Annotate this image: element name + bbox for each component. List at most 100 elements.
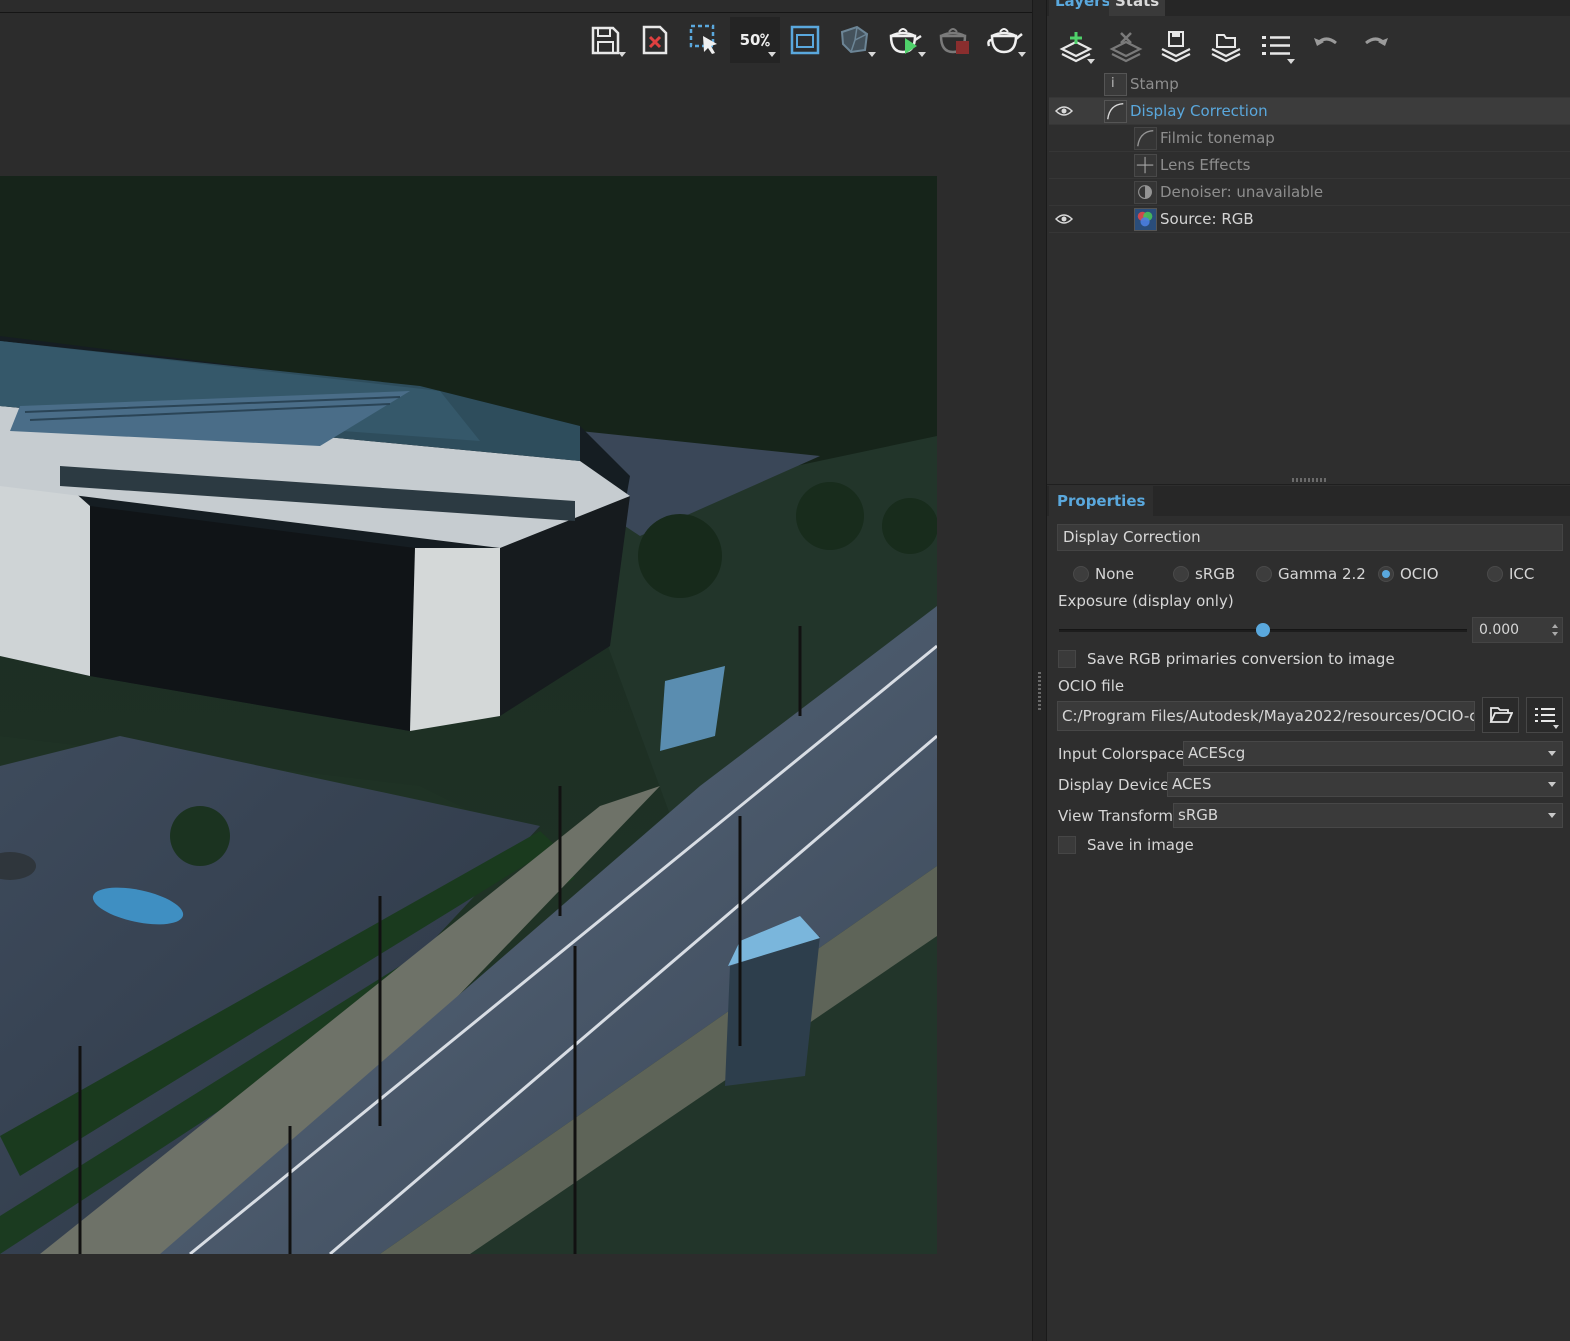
tab-properties[interactable]: Properties [1049,486,1154,516]
eye-icon[interactable] [1055,213,1073,225]
layer-label: Filmic tonemap [1160,129,1275,147]
delete-layer-button[interactable] [1105,26,1147,66]
properties-tabbar: Properties [1047,486,1570,516]
start-render-button[interactable] [880,17,930,63]
exposure-input[interactable]: 0.000 [1472,617,1563,643]
radio-label: ICC [1509,565,1535,583]
region-render-button[interactable] [830,17,880,63]
render-canvas [0,176,937,1254]
radio-label: OCIO [1400,565,1439,583]
radio-dot-selected [1378,566,1394,582]
add-layer-button[interactable] [1055,26,1097,66]
radio-dot [1256,566,1272,582]
clear-image-button[interactable] [630,17,680,63]
vfb-window: 50 Layers Stats i Stamp Display Correcti… [0,0,1570,1341]
layer-row-source-rgb[interactable]: Source: RGB [1049,206,1570,233]
layer-row-denoiser[interactable]: Denoiser: unavailable [1049,179,1570,206]
render-toolbar: 50 [580,16,1030,64]
save-layers-button[interactable] [1155,26,1197,66]
radio-ocio[interactable]: OCIO [1378,562,1439,586]
clear-icon [642,25,668,55]
radio-icc[interactable]: ICC [1487,562,1534,586]
save-in-image-checkbox[interactable]: Save in image [1058,835,1194,855]
radio-dot [1487,566,1503,582]
exposure-value: 0.000 [1479,622,1520,638]
tab-stats[interactable]: Stats [1109,0,1166,16]
checkbox-label: Save RGB primaries conversion to image [1087,650,1395,668]
zoom-button[interactable]: 50 [730,17,780,63]
tab-layers[interactable]: Layers [1049,0,1117,16]
chevron-down-icon [1548,813,1556,818]
save-layers-icon [1161,31,1191,63]
undo-button[interactable] [1305,26,1347,66]
rgb-source-icon [1134,208,1157,231]
exposure-label: Exposure (display only) [1058,592,1234,610]
region-select-button[interactable] [680,17,730,63]
save-rgb-primaries-checkbox[interactable]: Save RGB primaries conversion to image [1058,649,1395,669]
fit-frame-icon [790,25,820,55]
radio-gamma[interactable]: Gamma 2.2 [1256,562,1366,586]
radio-srgb[interactable]: sRGB [1173,562,1235,586]
options-button[interactable] [1526,697,1563,733]
tonemap-icon [1134,127,1157,150]
display-device-select[interactable]: ACES [1167,772,1563,797]
view-transform-select[interactable]: sRGB [1173,803,1563,828]
browse-button[interactable] [1482,697,1519,733]
slider-handle[interactable] [1256,623,1270,637]
layer-label: Denoiser: unavailable [1160,183,1324,201]
select-value: ACES [1172,775,1212,793]
chevron-down-icon [1548,751,1556,756]
checkbox-box [1058,836,1076,854]
render-viewport[interactable]: 50 [0,0,1032,1341]
percent-icon [760,33,771,47]
lens-effects-icon [1134,154,1157,177]
stamp-icon: i [1104,73,1127,96]
spin-up-icon[interactable] [1552,624,1558,628]
load-layers-button[interactable] [1205,26,1247,66]
exposure-slider[interactable] [1059,620,1467,640]
save-button[interactable] [580,17,630,63]
radio-dot [1173,566,1189,582]
radio-label: Gamma 2.2 [1278,565,1366,583]
ocio-file-label: OCIO file [1058,677,1125,695]
select-value: sRGB [1178,806,1219,824]
rendered-image[interactable] [0,176,937,1254]
radio-dot [1073,566,1089,582]
stop-render-button[interactable] [930,17,980,63]
region-select-icon [689,24,717,54]
curve-icon [1104,100,1127,123]
input-colorspace-select[interactable]: ACEScg [1183,741,1563,766]
chevron-down-icon [1548,782,1556,787]
layer-row-filmic-tonemap[interactable]: Filmic tonemap [1049,125,1570,152]
interactive-render-button[interactable] [980,17,1030,63]
section-header[interactable]: Display Correction [1057,524,1563,551]
divider [1047,484,1570,485]
redo-button[interactable] [1355,26,1397,66]
display-device-label: Display Device [1058,776,1170,794]
eye-icon[interactable] [1055,105,1073,117]
folder-open-icon [1489,707,1513,723]
layer-label: Display Correction [1130,102,1268,120]
layer-list-button[interactable] [1255,26,1297,66]
ocio-file-input[interactable]: C:/Program Files/Autodesk/Maya2022/resou… [1057,701,1475,731]
view-transform-label: View Transform [1058,807,1173,825]
layer-label: Lens Effects [1160,156,1251,174]
redo-icon [1365,37,1388,46]
checkbox-label: Save in image [1087,836,1194,854]
radio-none[interactable]: None [1073,562,1134,586]
panel-splitter[interactable] [1032,0,1047,1341]
layer-row-lens-effects[interactable]: Lens Effects [1049,152,1570,179]
panel-resize-grip[interactable] [1292,478,1328,482]
fit-frame-button[interactable] [780,17,830,63]
layer-row-display-correction[interactable]: Display Correction [1049,98,1570,125]
add-layer-icon [1059,32,1093,63]
stop-render-icon [939,28,969,54]
zoom-label: 50 [739,31,761,49]
spin-down-icon[interactable] [1552,632,1558,636]
checkbox-box [1058,650,1076,668]
radio-label: None [1095,565,1135,583]
delete-layer-icon [1109,32,1143,63]
layer-label: Stamp [1130,75,1179,93]
layer-toolbar [1055,24,1397,68]
layer-row-stamp[interactable]: i Stamp [1049,71,1570,98]
